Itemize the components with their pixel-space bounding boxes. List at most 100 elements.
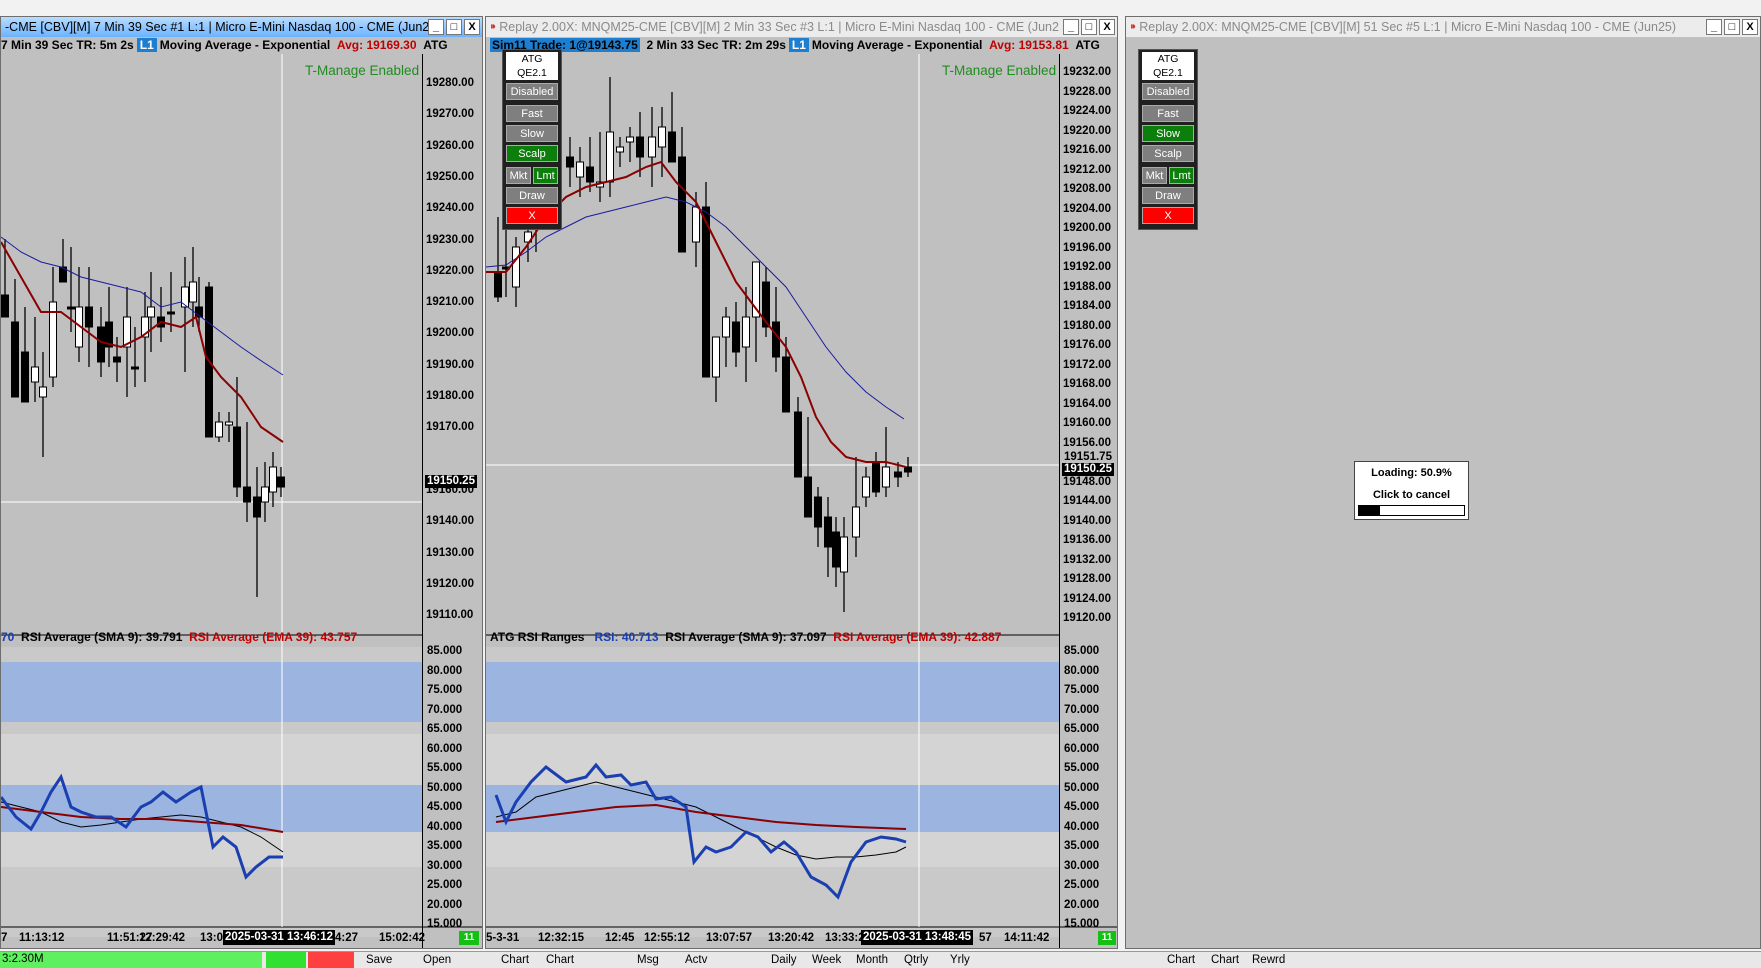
rsi-label: 40.000 bbox=[1064, 820, 1100, 833]
price-label: 19190.00 bbox=[426, 358, 474, 371]
rsi-label: 30.000 bbox=[1064, 859, 1100, 872]
atg-title: ATG QE2.1 bbox=[1142, 52, 1194, 80]
lmt-button[interactable]: Lmt bbox=[533, 167, 558, 184]
price-label: 19172.00 bbox=[1063, 358, 1111, 371]
time-label: 12:55:12 bbox=[644, 932, 691, 944]
toolbar-button-chart[interactable]: Chart bbox=[1167, 954, 1195, 966]
disconnect-button[interactable] bbox=[308, 952, 354, 968]
toolbar-button-yrly[interactable]: Yrly bbox=[950, 954, 970, 966]
price-label: 19144.00 bbox=[1063, 495, 1111, 507]
price-label: 19208.00 bbox=[1063, 183, 1111, 195]
mkt-button[interactable]: Mkt bbox=[1142, 167, 1167, 184]
toolbar-button-daily[interactable]: Daily bbox=[771, 954, 797, 966]
draw-button[interactable]: Draw bbox=[1142, 187, 1194, 204]
atg-panel-2[interactable]: ATG QE2.1 Disabled Fast Slow Scalp Mkt Lm… bbox=[1138, 49, 1198, 230]
maximize-button[interactable]: □ bbox=[1724, 19, 1740, 35]
chart-canvas[interactable] bbox=[486, 17, 1118, 949]
chart-window-2[interactable]: ⁍ Replay 2.00X: MNQM25-CME [CBV][M] 2 Min… bbox=[485, 16, 1118, 949]
minimize-button[interactable]: _ bbox=[1706, 19, 1722, 35]
atg-panel-1[interactable]: ATG QE2.1 Disabled Fast Slow Scalp Mkt Lm… bbox=[502, 49, 562, 230]
connect-button[interactable] bbox=[266, 952, 306, 968]
price-label: 19160.00 bbox=[1063, 417, 1111, 429]
rsi-header: 70 RSI Average (SMA 9): 39.791 RSI Avera… bbox=[1, 629, 357, 646]
toolbar-button-open[interactable]: Open bbox=[423, 954, 451, 966]
close-button[interactable]: X bbox=[1742, 19, 1758, 35]
toolbar-button-chart[interactable]: Chart bbox=[546, 954, 574, 966]
candle-body bbox=[494, 271, 502, 298]
loading-dialog[interactable]: Loading: 50.9% Click to cancel bbox=[1354, 461, 1469, 520]
time-label: 11:13:12 bbox=[19, 932, 65, 944]
fast-button[interactable]: Fast bbox=[506, 105, 558, 122]
candle-body bbox=[722, 316, 730, 338]
price-label: 19230.00 bbox=[426, 233, 474, 246]
scalp-button[interactable]: Scalp bbox=[1142, 145, 1194, 162]
candle-body bbox=[862, 476, 870, 498]
candle-body bbox=[894, 471, 902, 478]
price-label: 19228.00 bbox=[1063, 85, 1111, 98]
lmt-button[interactable]: Lmt bbox=[1169, 167, 1194, 184]
candle-body bbox=[882, 466, 890, 488]
rsi-label: 20.000 bbox=[427, 898, 463, 911]
toolbar-button-week[interactable]: Week bbox=[812, 954, 841, 966]
rsi-label: 60.000 bbox=[1064, 742, 1100, 755]
scalp-button[interactable]: Scalp bbox=[506, 145, 558, 162]
price-label: 19132.00 bbox=[1063, 553, 1111, 566]
rsi-label: 70.000 bbox=[427, 703, 463, 716]
candle-body bbox=[147, 306, 155, 318]
mkt-button[interactable]: Mkt bbox=[506, 167, 531, 184]
cancel-link[interactable]: Click to cancel bbox=[1355, 480, 1468, 502]
chart-header: 7 Min 39 Sec TR: 5m 2s L1 Moving Average -… bbox=[1, 37, 448, 54]
price-label: 19156.00 bbox=[1063, 436, 1111, 449]
chart-header: Sim11 Trade: 1@19143.75 2 Min 33 Sec TR:… bbox=[490, 37, 1100, 54]
toolbar-button-month[interactable]: Month bbox=[856, 954, 888, 966]
time-label: 13:07:57 bbox=[706, 932, 753, 944]
close-x-button[interactable]: X bbox=[506, 207, 558, 224]
toolbar-button-actv[interactable]: Actv bbox=[685, 954, 707, 966]
price-top-label: 19151.75 bbox=[1064, 451, 1112, 463]
slow-button[interactable]: Slow bbox=[506, 125, 558, 142]
loading-progress-bar bbox=[1358, 505, 1465, 516]
draw-button[interactable]: Draw bbox=[506, 187, 558, 204]
toolbar-button-rewrd[interactable]: Rewrd bbox=[1252, 954, 1285, 966]
chart-canvas[interactable] bbox=[1, 17, 483, 949]
candle-body bbox=[181, 286, 189, 308]
rsi-label: 85.000 bbox=[1064, 645, 1100, 657]
fast-button[interactable]: Fast bbox=[1142, 105, 1194, 122]
candle-body bbox=[794, 411, 802, 478]
rsi-value: RSI: 40.713 bbox=[594, 630, 659, 644]
close-x-button[interactable]: X bbox=[1142, 207, 1194, 224]
candle-body bbox=[872, 461, 880, 493]
level-tag: L1 bbox=[136, 38, 157, 52]
rsi-label: 15.000 bbox=[427, 918, 463, 930]
candle-body bbox=[261, 486, 269, 503]
candle-body bbox=[648, 136, 656, 158]
price-label: 19184.00 bbox=[1063, 300, 1111, 312]
candle-body bbox=[1, 294, 9, 318]
window-title-bar[interactable]: ⁍ Replay 2.00X: MNQM25-CME [CBV][M] 51 Se… bbox=[1126, 17, 1760, 37]
toolbar-button-qtrly[interactable]: Qtrly bbox=[904, 954, 928, 966]
time-label: 13:33:2 bbox=[825, 932, 865, 944]
candle-body bbox=[269, 466, 277, 493]
rsi-band-mid bbox=[486, 785, 1059, 832]
candle-body bbox=[21, 351, 29, 403]
toolbar-button-chart[interactable]: Chart bbox=[1211, 954, 1239, 966]
disabled-button[interactable]: Disabled bbox=[506, 83, 558, 100]
toolbar-button-save[interactable]: Save bbox=[366, 954, 392, 966]
candle-body bbox=[215, 421, 223, 438]
toolbar-button-chart[interactable]: Chart bbox=[501, 954, 529, 966]
price-label: 19260.00 bbox=[426, 139, 474, 152]
rsi-label: 30.000 bbox=[427, 859, 463, 872]
price-label: 19192.00 bbox=[1063, 261, 1111, 273]
price-label: 19120.00 bbox=[426, 577, 474, 590]
price-label: 19170.00 bbox=[426, 421, 474, 434]
loading-text: Loading: 50.9% bbox=[1371, 467, 1452, 479]
time-label: 57 bbox=[979, 932, 992, 944]
candle-body bbox=[277, 476, 285, 488]
toolbar-button-msg[interactable]: Msg bbox=[637, 954, 659, 966]
loading-progress-fill bbox=[1359, 506, 1381, 515]
slow-button[interactable]: Slow bbox=[1142, 125, 1194, 142]
chart-window-1[interactable]: -CME [CBV][M] 7 Min 39 Sec #1 L:1 | Micr… bbox=[0, 16, 483, 949]
candle-body bbox=[113, 356, 121, 363]
time-cursor-stamp: 2025-03-31 13:48:45 bbox=[861, 930, 974, 945]
disabled-button[interactable]: Disabled bbox=[1142, 83, 1194, 100]
